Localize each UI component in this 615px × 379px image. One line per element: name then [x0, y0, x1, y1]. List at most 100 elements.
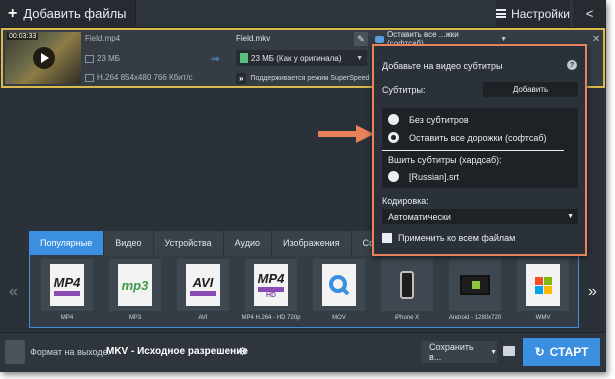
tab-images[interactable]: Изображения: [272, 231, 352, 255]
video-info-icon: [85, 73, 94, 82]
bottom-bar: Формат на выходе: MKV - Исходное разреше…: [0, 332, 606, 372]
file-doc-icon: [240, 53, 248, 63]
tab-popular[interactable]: Популярные: [29, 231, 105, 255]
save-to-select[interactable]: Сохранить в... ▼: [421, 341, 497, 363]
mp3-icon-text: mp3: [121, 277, 149, 293]
file-size-icon: [85, 54, 94, 63]
output-format-value[interactable]: MKV - Исходное разрешение: [106, 346, 248, 357]
save-to-label: Сохранить в...: [429, 342, 474, 362]
subtitles-icon: [375, 35, 384, 43]
source-size: 23 МБ: [85, 54, 120, 63]
radio-keep-tracks[interactable]: Оставить все дорожки (софтсаб): [388, 132, 546, 143]
format-item-mp4-hd[interactable]: MP4 HD MP4 H.264 - HD 720p: [238, 259, 304, 325]
tab-devices[interactable]: Устройства: [154, 231, 224, 255]
apply-all-checkbox[interactable]: Применить ко всем файлам: [382, 233, 515, 243]
avi-icon-text: AVI: [192, 274, 214, 290]
top-toolbar: + Добавить файлы Настройки <: [0, 0, 606, 28]
format-item-iphone-x[interactable]: iPhone X: [374, 259, 440, 325]
radio-burn-file[interactable]: [Russian].srt: [388, 171, 459, 182]
output-size-select[interactable]: 23 МБ (Как у оригинала) ▼: [236, 50, 367, 66]
radio-label: [Russian].srt: [409, 171, 460, 182]
format-label: Android - 1280x720: [448, 315, 502, 321]
settings-button[interactable]: Настройки: [496, 0, 570, 27]
mp4-hd-icon-text: MP4: [257, 271, 285, 286]
avi-icon: AVI: [177, 259, 229, 311]
checkbox-icon: [382, 233, 392, 243]
source-filename: Field.mp4: [85, 34, 121, 43]
format-item-mp4[interactable]: MP4 MP4: [34, 259, 100, 325]
tab-audio[interactable]: Аудио: [224, 231, 273, 255]
android-tablet-icon: [449, 259, 501, 311]
tab-video[interactable]: Видео: [104, 231, 154, 255]
windows-icon: [517, 259, 569, 311]
subtitles-label: Субтитры:: [382, 85, 426, 95]
superspeed-info: » Поддерживается режим SuperSpeed: [236, 70, 369, 86]
superspeed-icon: »: [236, 72, 247, 84]
chevron-down-icon: ▼: [490, 348, 497, 356]
add-files-label: Добавить файлы: [23, 6, 127, 21]
apply-all-label: Применить ко всем файлам: [398, 233, 516, 243]
iphone-icon: [381, 259, 433, 311]
subtitles-popup: Добавьте на видео субтитры ? Субтитры: Д…: [372, 44, 587, 256]
convert-arrow-icon: ⇒: [211, 54, 220, 65]
format-item-android[interactable]: Android - 1280x720: [442, 259, 508, 325]
gear-icon[interactable]: ⚙: [236, 345, 249, 358]
format-item-mov[interactable]: MOV: [306, 259, 372, 325]
settings-label: Настройки: [511, 6, 570, 21]
format-label: WMV: [535, 315, 551, 321]
format-label: MP3: [128, 315, 142, 321]
scroll-right-button[interactable]: »: [579, 255, 606, 328]
add-files-button[interactable]: + Добавить файлы: [0, 0, 136, 27]
share-button[interactable]: <: [573, 0, 606, 27]
superspeed-label: Поддерживается режим SuperSpeed: [250, 74, 370, 82]
format-label: MP4 H.264 - HD 720p: [241, 315, 301, 321]
chevron-down-icon: ▼: [500, 35, 507, 43]
format-label: AVI: [198, 315, 208, 321]
radio-label: Оставить все дорожки (софтсаб): [409, 132, 547, 143]
add-subtitles-button[interactable]: Добавить: [483, 82, 578, 97]
format-label: iPhone X: [394, 315, 420, 321]
thumb-duration: 00:03:33: [7, 33, 39, 40]
output-format-label: Формат на выходе:: [30, 347, 111, 357]
format-item-mp3[interactable]: mp3 MP3: [102, 259, 168, 325]
source-size-value: 23 МБ: [97, 54, 121, 63]
radio-icon: [388, 114, 399, 125]
format-label: MOV: [332, 315, 346, 321]
radio-icon: [388, 171, 399, 182]
play-icon[interactable]: [33, 47, 55, 69]
pointer-arrow-icon: [318, 125, 374, 143]
format-label: MP4: [60, 315, 74, 321]
close-icon[interactable]: ✕: [592, 34, 600, 45]
format-gallery: MP4 MP4 mp3 MP3 AVI AVI MP4 HD MP4 H.264 …: [29, 255, 579, 328]
popup-title: Добавьте на видео субтитры: [382, 61, 503, 71]
start-button[interactable]: ↻ СТАРТ: [523, 338, 600, 366]
plus-icon: +: [8, 4, 18, 22]
radio-label: Без субтитров: [409, 114, 469, 125]
output-filename: Field.mkv: [236, 34, 271, 43]
edit-icon[interactable]: ✎: [354, 32, 368, 46]
mp4-icon-text: MP4: [53, 274, 81, 290]
folder-icon[interactable]: [503, 346, 515, 356]
encoding-select[interactable]: Автоматически ▼: [382, 209, 578, 224]
source-info: H.264 854x480 766 Кбит/с: [85, 73, 193, 82]
encoding-value: Автоматически: [388, 211, 451, 222]
format-item-avi[interactable]: AVI AVI: [170, 259, 236, 325]
mp3-icon: mp3: [109, 259, 161, 311]
video-thumbnail[interactable]: 00:03:33: [5, 32, 81, 84]
radio-selected-icon: [388, 132, 399, 143]
share-icon: <: [585, 6, 594, 21]
start-label: СТАРТ: [549, 345, 589, 359]
format-item-wmv[interactable]: WMV: [510, 259, 576, 325]
scroll-left-button[interactable]: «: [0, 255, 27, 328]
mp4-icon: MP4: [41, 259, 93, 311]
encoding-label: Кодировка:: [382, 196, 429, 206]
chevron-down-icon: ▼: [567, 213, 574, 220]
app-window: + Добавить файлы Настройки < 00:03:33 Fi…: [0, 0, 606, 372]
burn-subtitles-label: Вшить субтитры (хардсаб):: [388, 155, 502, 165]
mp4-hd-icon: MP4 HD: [245, 259, 297, 311]
help-icon[interactable]: ?: [567, 60, 577, 70]
hd-icon-text: HD: [265, 292, 277, 299]
radio-no-subtitles[interactable]: Без субтитров: [388, 114, 469, 125]
divider: [382, 150, 564, 151]
chevron-down-icon: ▼: [356, 54, 363, 62]
